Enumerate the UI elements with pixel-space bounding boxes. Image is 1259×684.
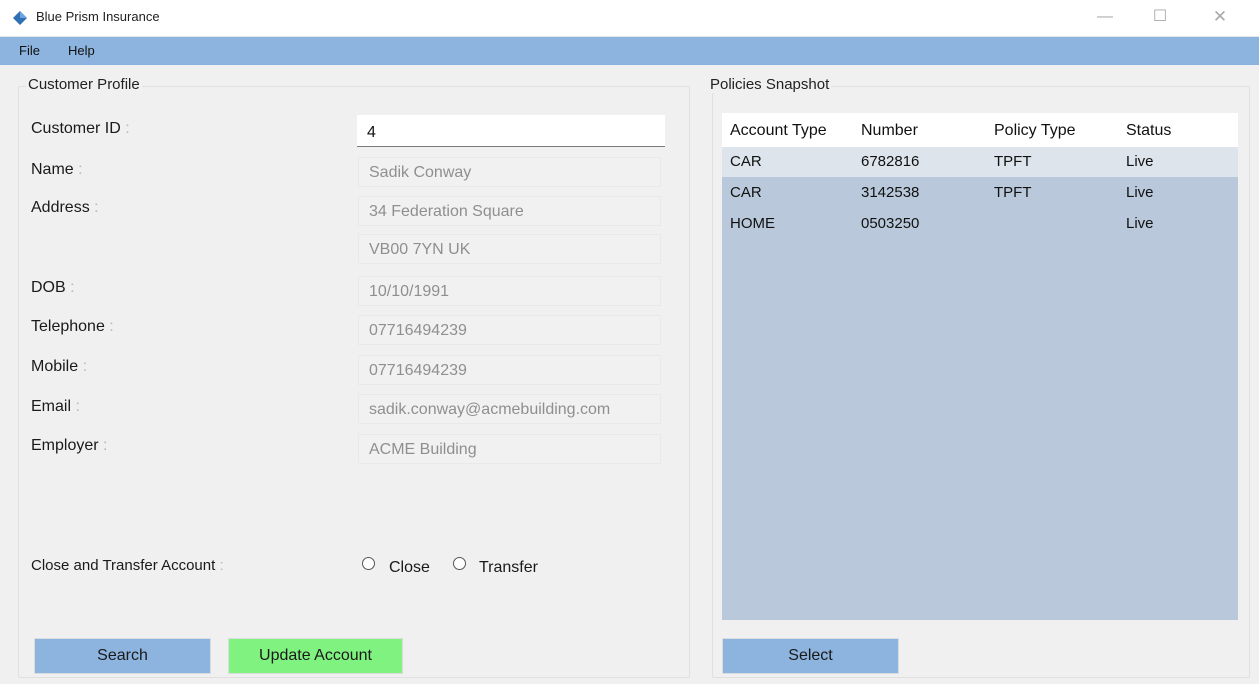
address-label: Address : (31, 199, 99, 216)
dob-field: 10/10/1991 (358, 276, 661, 306)
name-label: Name : (31, 161, 83, 178)
cell-status: Live (1126, 153, 1154, 170)
close-radio[interactable] (362, 557, 375, 570)
close-window-button[interactable]: ✕ (1200, 5, 1240, 29)
search-button[interactable]: Search (34, 638, 211, 674)
grid-header: Account Type Number Policy Type Status (722, 113, 1238, 147)
cell-account-type: CAR (730, 153, 762, 170)
maximize-button[interactable]: ☐ (1140, 5, 1180, 29)
mobile-label: Mobile : (31, 358, 88, 375)
dob-label: DOB : (31, 279, 75, 296)
column-header-number[interactable]: Number (861, 122, 918, 140)
transfer-radio[interactable] (453, 557, 466, 570)
app-logo-icon (13, 11, 27, 25)
customer-id-input[interactable] (357, 115, 665, 147)
window-title: Blue Prism Insurance (36, 9, 160, 24)
table-row[interactable]: HOME 0503250 Live (722, 209, 1238, 239)
mobile-field: 07716494239 (358, 355, 661, 385)
employer-label: Employer : (31, 437, 108, 454)
email-label: Email : (31, 398, 80, 415)
policies-snapshot-title: Policies Snapshot (708, 76, 832, 93)
cell-account-type: CAR (730, 184, 762, 201)
column-header-status[interactable]: Status (1126, 122, 1171, 140)
title-bar: Blue Prism Insurance — ☐ ✕ (0, 0, 1259, 37)
address-line2-field: VB00 7YN UK (358, 234, 661, 264)
close-radio-label: Close (389, 559, 430, 576)
employer-field: ACME Building (358, 434, 661, 464)
address-line1-field: 34 Federation Square (358, 196, 661, 226)
menu-help[interactable]: Help (68, 43, 95, 58)
update-account-button[interactable]: Update Account (228, 638, 403, 674)
cell-policy-type: TPFT (994, 184, 1032, 201)
column-header-policy-type[interactable]: Policy Type (994, 122, 1076, 140)
cell-account-type: HOME (730, 215, 775, 232)
cell-number: 0503250 (861, 215, 920, 232)
close-transfer-label: Close and Transfer Account : (31, 557, 224, 574)
table-row[interactable]: CAR 3142538 TPFT Live (722, 178, 1238, 208)
minimize-button[interactable]: — (1085, 5, 1125, 29)
table-row[interactable]: CAR 6782816 TPFT Live (722, 147, 1238, 177)
transfer-radio-label: Transfer (479, 559, 538, 576)
email-field: sadik.conway@acmebuilding.com (358, 394, 661, 424)
menu-file[interactable]: File (19, 43, 40, 58)
cell-policy-type: TPFT (994, 153, 1032, 170)
telephone-label: Telephone : (31, 318, 114, 335)
cell-number: 6782816 (861, 153, 920, 170)
customer-id-label: Customer ID : (31, 120, 130, 137)
cell-status: Live (1126, 184, 1154, 201)
policies-grid[interactable]: Account Type Number Policy Type Status C… (722, 113, 1238, 620)
column-header-account-type[interactable]: Account Type (730, 122, 827, 140)
menu-bar: File Help (0, 37, 1259, 65)
name-field: Sadik Conway (358, 157, 661, 187)
cell-status: Live (1126, 215, 1154, 232)
cell-number: 3142538 (861, 184, 920, 201)
select-button[interactable]: Select (722, 638, 899, 674)
telephone-field: 07716494239 (358, 315, 661, 345)
customer-profile-title: Customer Profile (26, 76, 142, 93)
